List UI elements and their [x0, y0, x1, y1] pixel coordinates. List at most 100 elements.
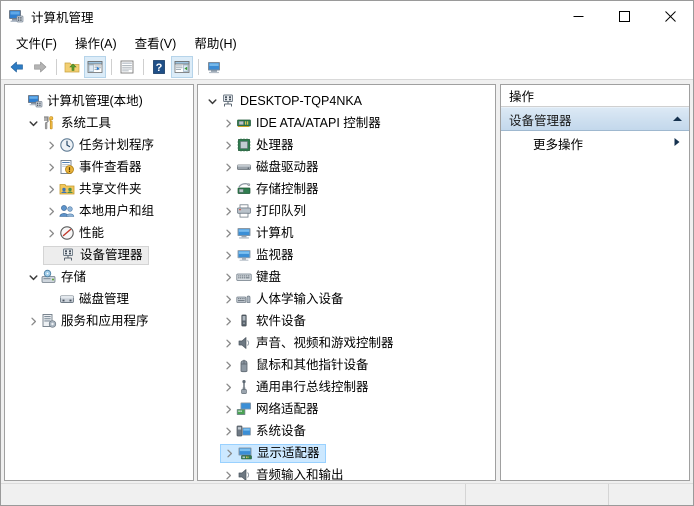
tree-item-event-viewer[interactable]: 事件查看器 — [5, 156, 193, 178]
minimize-button[interactable] — [555, 1, 601, 31]
device-category-storage-controllers[interactable]: 存储控制器 — [198, 178, 495, 200]
chevron-right-icon[interactable] — [43, 163, 59, 172]
show-hide-tree-button[interactable] — [84, 56, 106, 78]
device-category-network-adapters[interactable]: 网络适配器 — [198, 398, 495, 420]
tree-item-disk-management[interactable]: 磁盘管理 — [5, 288, 193, 310]
disk-management-icon — [59, 291, 75, 307]
chevron-right-icon[interactable] — [220, 361, 236, 370]
tree-item-storage[interactable]: 存储 — [5, 266, 193, 288]
device-category-audio-inputs-outputs[interactable]: 音频输入和输出 — [198, 464, 495, 481]
chevron-right-icon[interactable] — [220, 251, 236, 260]
action-item-label: 更多操作 — [533, 134, 583, 153]
device-tree-root[interactable]: DESKTOP-TQP4NKA — [198, 90, 495, 112]
help-button[interactable]: ? — [148, 56, 170, 78]
device-category-ide-ata-atapi[interactable]: IDE ATA/ATAPI 控制器 — [198, 112, 495, 134]
device-tree-label: 键盘 — [256, 269, 281, 285]
chevron-right-icon[interactable] — [220, 141, 236, 150]
chevron-right-icon[interactable] — [25, 317, 41, 326]
menu-action[interactable]: 操作(A) — [66, 30, 126, 55]
display-adapter-icon — [237, 445, 253, 461]
device-category-keyboards[interactable]: 键盘 — [198, 266, 495, 288]
software-device-icon — [236, 313, 252, 329]
chevron-up-icon[interactable] — [672, 112, 683, 126]
tree-item-local-users-groups[interactable]: 本地用户和组 — [5, 200, 193, 222]
chevron-right-icon[interactable] — [220, 163, 236, 172]
device-tree-label: 人体学输入设备 — [256, 291, 344, 307]
chevron-right-icon[interactable] — [220, 273, 236, 282]
tree-item-task-scheduler[interactable]: 任务计划程序 — [5, 134, 193, 156]
chevron-down-icon[interactable] — [25, 119, 41, 128]
tree-item-performance[interactable]: 性能 — [5, 222, 193, 244]
device-category-display-adapters[interactable]: 显示适配器 — [198, 442, 495, 464]
status-segment-tertiary — [609, 484, 693, 505]
chevron-right-icon[interactable] — [43, 207, 59, 216]
tree-item-label: 系统工具 — [61, 115, 111, 131]
tree-item-device-manager[interactable]: 设备管理器 — [5, 244, 193, 266]
device-tree-label: IDE ATA/ATAPI 控制器 — [256, 115, 381, 131]
caption-buttons — [555, 1, 693, 31]
device-category-computer[interactable]: 计算机 — [198, 222, 495, 244]
properties-button[interactable] — [116, 56, 138, 78]
device-category-sound-video-game[interactable]: 声音、视频和游戏控制器 — [198, 332, 495, 354]
device-category-usb-controllers[interactable]: 通用串行总线控制器 — [198, 376, 495, 398]
chevron-right-icon[interactable] — [221, 449, 237, 458]
chevron-right-icon[interactable] — [43, 141, 59, 150]
device-category-processor[interactable]: 处理器 — [198, 134, 495, 156]
device-category-mice[interactable]: 鼠标和其他指针设备 — [198, 354, 495, 376]
tree-item-computer-management[interactable]: 计算机管理(本地) — [5, 90, 193, 112]
toolbar-separator — [56, 59, 57, 75]
actions-section-title: 设备管理器 — [509, 110, 572, 129]
action-more-actions[interactable]: 更多操作 — [501, 131, 689, 155]
device-category-print-queues[interactable]: 打印队列 — [198, 200, 495, 222]
chevron-right-icon[interactable] — [220, 295, 236, 304]
computer-icon — [236, 225, 252, 241]
local-users-groups-icon — [59, 203, 75, 219]
device-category-hid[interactable]: 人体学输入设备 — [198, 288, 495, 310]
monitor-device-icon — [236, 247, 252, 263]
chevron-down-icon[interactable] — [25, 273, 41, 282]
forward-button[interactable] — [29, 56, 51, 78]
show-action-pane-button[interactable] — [171, 56, 193, 78]
device-tree-label: 处理器 — [256, 137, 294, 153]
tree-item-system-tools[interactable]: 系统工具 — [5, 112, 193, 134]
chevron-right-icon[interactable] — [220, 471, 236, 480]
up-folder-button[interactable] — [61, 56, 83, 78]
mouse-icon — [236, 357, 252, 373]
status-bar — [1, 483, 693, 505]
network-adapter-icon — [236, 401, 252, 417]
tree-item-shared-folders[interactable]: 共享文件夹 — [5, 178, 193, 200]
menu-file[interactable]: 文件(F) — [7, 30, 66, 55]
chevron-right-icon[interactable] — [220, 405, 236, 414]
menu-help[interactable]: 帮助(H) — [185, 30, 245, 55]
chevron-right-icon[interactable] — [220, 185, 236, 194]
tree-item-label: 存储 — [61, 269, 86, 285]
chevron-right-icon[interactable] — [220, 427, 236, 436]
back-button[interactable] — [6, 56, 28, 78]
maximize-button[interactable] — [601, 1, 647, 31]
chevron-right-icon[interactable] — [220, 119, 236, 128]
actions-section-device-manager[interactable]: 设备管理器 — [501, 107, 689, 131]
chevron-right-icon[interactable] — [43, 185, 59, 194]
device-tree-label: 鼠标和其他指针设备 — [256, 357, 369, 373]
device-tree-label: 打印队列 — [256, 203, 306, 219]
chevron-right-icon[interactable] — [220, 207, 236, 216]
svg-text:?: ? — [156, 62, 163, 74]
device-tree-label: 音频输入和输出 — [256, 467, 344, 481]
chevron-right-icon[interactable] — [220, 339, 236, 348]
chevron-right-icon[interactable] — [43, 229, 59, 238]
usb-controller-icon — [236, 379, 252, 395]
menu-view[interactable]: 查看(V) — [126, 30, 186, 55]
remote-computer-button[interactable] — [203, 56, 225, 78]
tree-item-services-applications[interactable]: 服务和应用程序 — [5, 310, 193, 332]
device-manager-icon — [60, 247, 76, 263]
close-button[interactable] — [647, 1, 693, 31]
device-category-disk-drives[interactable]: 磁盘驱动器 — [198, 156, 495, 178]
chevron-right-icon[interactable] — [220, 229, 236, 238]
device-category-software-devices[interactable]: 软件设备 — [198, 310, 495, 332]
device-category-system-devices[interactable]: 系统设备 — [198, 420, 495, 442]
chevron-right-icon[interactable] — [220, 383, 236, 392]
device-category-monitors[interactable]: 监视器 — [198, 244, 495, 266]
chevron-down-icon[interactable] — [204, 97, 220, 106]
chevron-right-icon[interactable] — [220, 317, 236, 326]
tree-item-label: 设备管理器 — [80, 247, 143, 263]
